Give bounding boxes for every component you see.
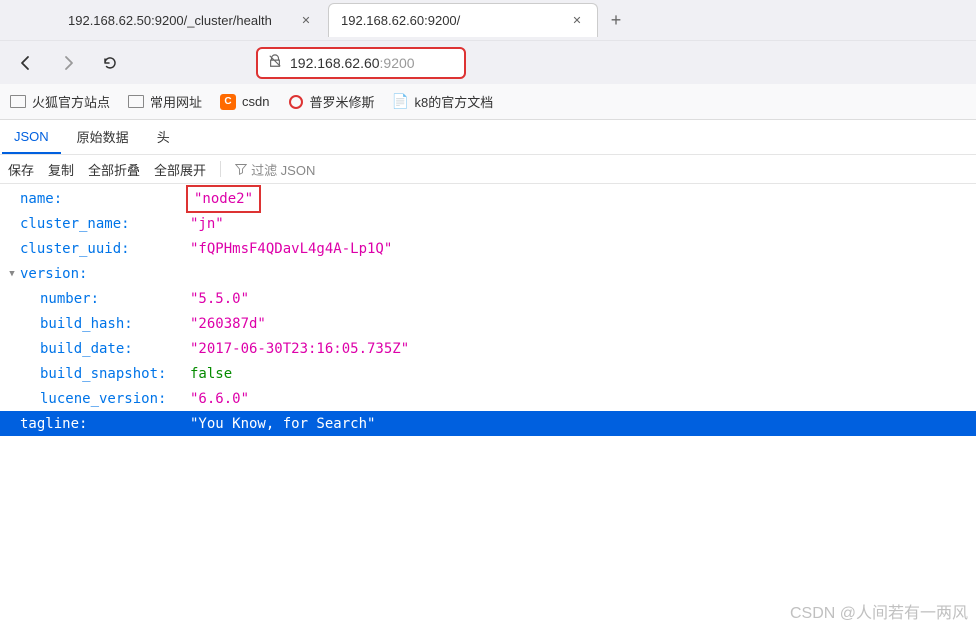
bookmark-k8s-docs[interactable]: k8的官方文档 [393, 92, 494, 111]
folder-icon [10, 94, 26, 110]
bookmark-csdn[interactable]: C csdn [220, 94, 269, 110]
bookmark-common-urls[interactable]: 常用网址 [128, 92, 202, 111]
json-row-cluster-uuid[interactable]: cluster_uuid: "fQPHmsF4QDavL4g4A-Lp1Q" [0, 236, 976, 261]
filter-json-input[interactable]: 过滤 JSON [235, 160, 315, 179]
tab-raw-data[interactable]: 原始数据 [65, 119, 141, 154]
bookmark-label: 常用网址 [150, 92, 202, 111]
expand-all-button[interactable]: 全部展开 [154, 160, 206, 179]
separator [220, 161, 221, 177]
prometheus-icon [288, 94, 304, 110]
copy-button[interactable]: 复制 [48, 160, 74, 179]
filter-icon [235, 163, 247, 175]
json-row-build-snapshot[interactable]: build_snapshot: false [0, 361, 976, 386]
bookmark-prometheus[interactable]: 普罗米修斯 [288, 92, 375, 111]
tab-title: 192.168.62.60:9200/ [341, 13, 561, 28]
bookmarks-bar: 火狐官方站点 常用网址 C csdn 普罗米修斯 k8的官方文档 [0, 84, 976, 120]
tab-inactive[interactable]: 192.168.62.50:9200/_cluster/health [56, 3, 326, 37]
url-host: 192.168.62.60:9200 [290, 55, 415, 71]
browser-nav-bar: 192.168.62.60:9200 [0, 40, 976, 84]
tab-title: 192.168.62.50:9200/_cluster/health [68, 13, 290, 28]
json-row-tagline[interactable]: tagline: "You Know, for Search" [0, 411, 976, 436]
watermark: CSDN @人间若有一两风 [790, 599, 968, 623]
highlight-box: "node2" [186, 185, 261, 213]
collapse-all-button[interactable]: 全部折叠 [88, 160, 140, 179]
reload-button[interactable] [94, 47, 126, 79]
json-row-number[interactable]: number: "5.5.0" [0, 286, 976, 311]
back-button[interactable] [10, 47, 42, 79]
json-toolbar: 保存 复制 全部折叠 全部展开 过滤 JSON [0, 154, 976, 184]
document-icon [393, 94, 409, 110]
folder-icon [128, 94, 144, 110]
new-tab-button[interactable] [600, 4, 632, 36]
bookmark-firefox-official[interactable]: 火狐官方站点 [10, 92, 110, 111]
tab-json[interactable]: JSON [2, 121, 61, 154]
close-icon[interactable] [298, 12, 314, 28]
save-button[interactable]: 保存 [8, 160, 34, 179]
forward-button [52, 47, 84, 79]
json-row-build-hash[interactable]: build_hash: "260387d" [0, 311, 976, 336]
json-row-lucene-version[interactable]: lucene_version: "6.6.0" [0, 386, 976, 411]
json-viewer: name: "node2" cluster_name: "jn" cluster… [0, 184, 976, 436]
insecure-lock-icon [268, 54, 282, 71]
tab-active[interactable]: 192.168.62.60:9200/ [328, 3, 598, 37]
response-tabs: JSON 原始数据 头 [0, 120, 976, 154]
close-icon[interactable] [569, 13, 585, 29]
bookmark-label: 火狐官方站点 [32, 92, 110, 111]
tab-headers[interactable]: 头 [145, 119, 182, 154]
collapse-toggle-icon[interactable] [6, 262, 18, 286]
json-row-name[interactable]: name: "node2" [0, 186, 976, 211]
csdn-icon: C [220, 94, 236, 110]
json-row-version[interactable]: version: [0, 261, 976, 286]
bookmark-label: 普罗米修斯 [310, 92, 375, 111]
json-row-cluster-name[interactable]: cluster_name: "jn" [0, 211, 976, 236]
json-row-build-date[interactable]: build_date: "2017-06-30T23:16:05.735Z" [0, 336, 976, 361]
url-bar[interactable]: 192.168.62.60:9200 [256, 47, 466, 79]
bookmark-label: k8的官方文档 [415, 92, 494, 111]
bookmark-label: csdn [242, 94, 269, 109]
browser-tab-bar: 192.168.62.50:9200/_cluster/health 192.1… [0, 0, 976, 40]
